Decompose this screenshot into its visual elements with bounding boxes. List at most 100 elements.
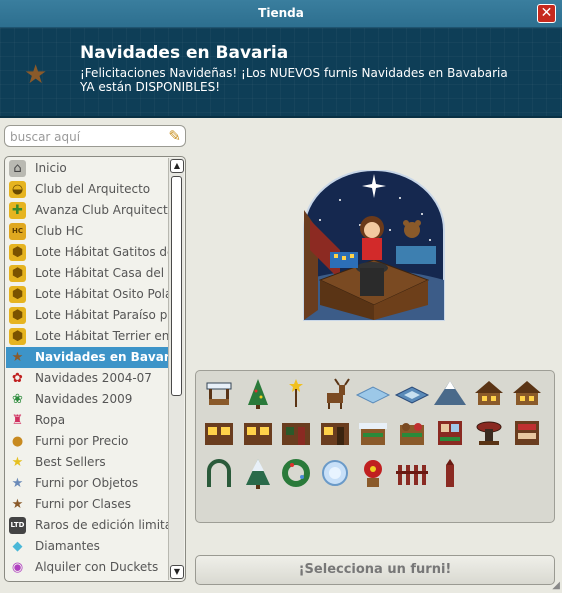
furni-item-fence-icon[interactable] [394,455,430,491]
wooden-house-icon [513,381,541,405]
furni-item-pine-tree-icon[interactable] [240,455,276,491]
furni-item-snowy-stall-icon[interactable] [355,415,391,451]
star-icon: ★ [11,350,24,365]
window-title: Tienda [258,6,304,20]
furni-item-window-panel-icon[interactable] [201,415,237,451]
post-icon [446,459,454,487]
furni-item-market-stall-icon[interactable] [201,375,237,411]
furni-item-wooden-house-icon[interactable] [471,375,507,411]
banner-title: Navidades en Bavaria [80,43,289,63]
furni-item-poinsettia-icon[interactable] [355,455,391,491]
furni-item-christmas-tree-icon[interactable] [240,375,276,411]
nav-item[interactable]: ★ Furni por Objetos [6,473,168,494]
furni-item-window-door-panel-icon[interactable] [317,415,353,451]
nav-item[interactable]: ✚ Avanza Club Arquitecto [6,200,168,221]
market-stall-icon [206,382,232,405]
nav-item[interactable]: ⬢ Lote Hábitat Osito Polar [6,284,168,305]
window-panel-icon [205,423,233,445]
star-icon: ★ [11,476,24,491]
furni-item-arch-icon[interactable] [201,455,237,491]
nav-item-label: Navidades 2009 [35,392,133,406]
star-wand-icon [289,379,303,407]
shelf-icon [515,421,539,445]
furni-item-reindeer-icon[interactable] [317,375,353,411]
catalog-preview-image [300,169,448,322]
house-icon: ⌂ [9,160,26,177]
scroll-down-button[interactable]: ▼ [170,565,184,579]
wooden-house-icon [474,381,503,405]
clothing-icon: ♜ [11,413,24,428]
resize-grip-icon[interactable]: ◢ [552,580,560,591]
nav-item[interactable]: ✿ Navidades 2004-07 [6,368,168,389]
furni-item-ice-disc-icon[interactable] [317,455,353,491]
furni-item-blue-tile-icon[interactable] [394,375,430,411]
furni-item-ice-tile-icon[interactable] [355,375,391,411]
pencil-icon: ✎ [168,127,181,145]
snowy-mountain-icon [434,381,466,405]
search-input[interactable]: buscar aquí ✎ [4,125,186,147]
nav-item-label: Lote Hábitat Gatitos de [35,245,168,259]
furni-item-wreath-icon[interactable] [278,455,314,491]
reindeer-icon [326,378,350,409]
furni-item-star-wand-icon[interactable] [278,375,314,411]
arch-icon [207,459,231,487]
nav-item[interactable]: ❀ Navidades 2009 [6,389,168,410]
nav-item[interactable]: ⌂ Inicio [6,158,168,179]
nav-item[interactable]: ⬢ Lote Hábitat Terrier en [6,326,168,347]
fence-icon [395,465,428,485]
nav-item[interactable]: ● Furni por Precio [6,431,168,452]
nav-item-label: Raros de edición limitad [35,518,168,532]
furni-item-window-panel-icon[interactable] [240,415,276,451]
blue-tile-icon [394,386,429,404]
coins-icon: ● [11,434,24,449]
window-titlebar[interactable]: Tienda ✕ [0,0,562,28]
door-panel-icon [282,423,310,445]
nav-item-label: Furni por Precio [35,434,129,448]
nav-item[interactable]: ★ Best Sellers [6,452,168,473]
nav-item[interactable]: HC Club HC [6,221,168,242]
scroll-up-button[interactable]: ▲ [170,159,184,173]
close-button[interactable]: ✕ [537,4,556,23]
nav-item[interactable]: ◉ Alquiler con Duckets [6,557,168,578]
poinsettia-icon [364,460,382,487]
nav-item-label: Furni por Objetos [35,476,139,490]
furni-item-grill-icon[interactable] [471,415,507,451]
diamond-icon: ◆ [12,539,23,554]
select-furni-button[interactable]: ¡Selecciona un furni! [195,555,555,585]
snowy-stall-icon [359,423,387,445]
nav-item[interactable]: ♜ Ropa [6,410,168,431]
nav-item-label: Inicio [35,161,67,175]
furni-item-toy-stall-icon[interactable] [394,415,430,451]
builder-plus-icon: ✚ [9,202,26,219]
nav-item-label: Navidades 2004-07 [35,371,152,385]
bundle-icon: ⬢ [9,307,26,324]
toy-stall-icon [399,423,424,445]
nav-item-label: Lote Hábitat Casa del Ce [35,266,168,280]
catalog-banner: ★ Navidades en Bavaria ¡Felicitaciones N… [0,28,562,118]
nav-item-label: Navidades en Bavaria [35,350,168,364]
furni-item-shelf-icon[interactable] [509,415,545,451]
nav-item[interactable]: ★ Furni por Clases [6,494,168,515]
furni-item-shelf-stall-icon[interactable] [432,415,468,451]
nav-item[interactable]: ★ Navidades en Bavaria [6,347,168,368]
furni-item-snowy-mountain-icon[interactable] [432,375,468,411]
ice-tile-icon [355,386,391,404]
wreath-icon [282,459,310,487]
furni-item-wooden-house-icon[interactable] [509,375,545,411]
catalog-nav: ⌂ Inicio ◒ Club del Arquitecto ✚ Avanza Club … [4,156,186,582]
nav-item-label: Furni por Clases [35,497,131,511]
bundle-icon: ⬢ [9,328,26,345]
nav-item[interactable]: ⬢ Lote Hábitat Paraíso par [6,305,168,326]
scroll-thumb[interactable] [171,176,182,396]
nav-item[interactable]: ◒ Club del Arquitecto [6,179,168,200]
builder-helmet-icon: ◒ [9,181,26,198]
furni-item-door-panel-icon[interactable] [278,415,314,451]
nav-scrollbar[interactable]: ▲ ▼ [168,158,184,580]
nav-item[interactable]: ⬢ Lote Hábitat Gatitos de [6,242,168,263]
banner-text: ¡Felicitaciones Navideñas! ¡Los NUEVOS f… [80,66,508,94]
nav-item[interactable]: ◆ Diamantes [6,536,168,557]
nav-item[interactable]: LTD Raros de edición limitad [6,515,168,536]
nav-item[interactable]: ⬢ Lote Hábitat Casa del Ce [6,263,168,284]
nav-item-label: Lote Hábitat Paraíso par [35,308,168,322]
furni-item-post-icon[interactable] [432,455,468,491]
